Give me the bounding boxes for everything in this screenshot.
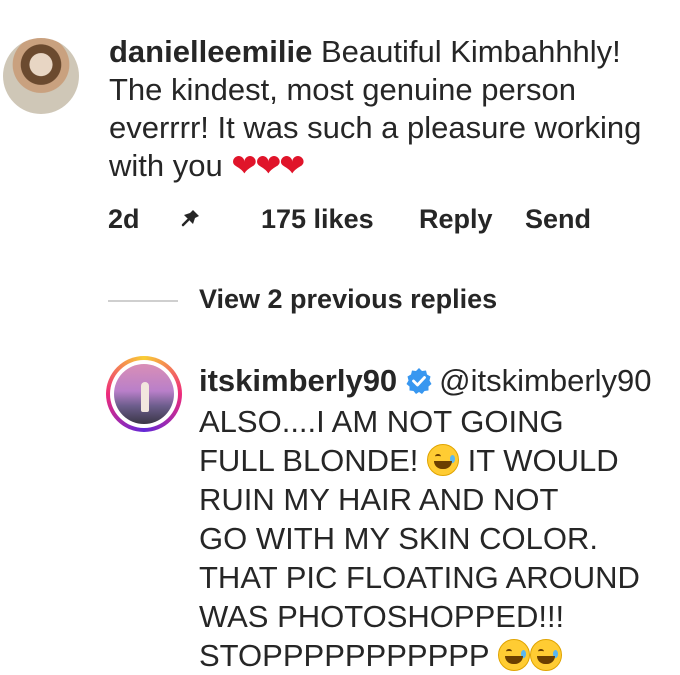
laughing-tears-emoji-icon	[497, 639, 530, 671]
replies-divider	[108, 300, 178, 302]
reply-username[interactable]: itskimberly90	[199, 363, 397, 398]
verified-badge-icon	[406, 368, 432, 394]
reply-line: STOPPPPPPPPPPP	[199, 636, 640, 675]
view-previous-replies-button[interactable]: View 2 previous replies	[199, 284, 497, 315]
comment-username[interactable]: danielleemilie	[109, 34, 312, 69]
comment-time: 2d	[108, 204, 140, 234]
avatar-itskimberly90[interactable]	[106, 356, 182, 432]
pin-icon	[181, 210, 199, 227]
reply-line: WAS PHOTOSHOPPED!!!	[199, 599, 565, 634]
send-button[interactable]: Send	[525, 204, 591, 235]
avatar-danielleemilie[interactable]	[3, 38, 79, 114]
likes-count[interactable]: 175 likes	[261, 204, 374, 235]
reply-header: itskimberly90 @itskimberly90	[199, 362, 652, 400]
reply-line: ALSO....I AM NOT GOING	[199, 404, 564, 439]
hearts-emoji: ❤❤❤	[231, 148, 305, 183]
reply-line: FULL BLONDE! IT WOULD	[199, 443, 619, 478]
reply-text: ALSO....I AM NOT GOING FULL BLONDE! IT W…	[199, 402, 640, 675]
reply-button[interactable]: Reply	[419, 204, 493, 235]
reply-line: GO WITH MY SKIN COLOR.	[199, 521, 599, 556]
reply-mention[interactable]: @itskimberly90	[439, 363, 651, 398]
comment-body: danielleemilie Beautiful Kimbahhhly! The…	[109, 33, 674, 185]
laughing-tears-emoji-icon	[529, 639, 562, 671]
laughing-tears-emoji-icon	[427, 444, 459, 476]
reply-line: RUIN MY HAIR AND NOT	[199, 482, 559, 517]
reply-line: THAT PIC FLOATING AROUND	[199, 560, 640, 595]
